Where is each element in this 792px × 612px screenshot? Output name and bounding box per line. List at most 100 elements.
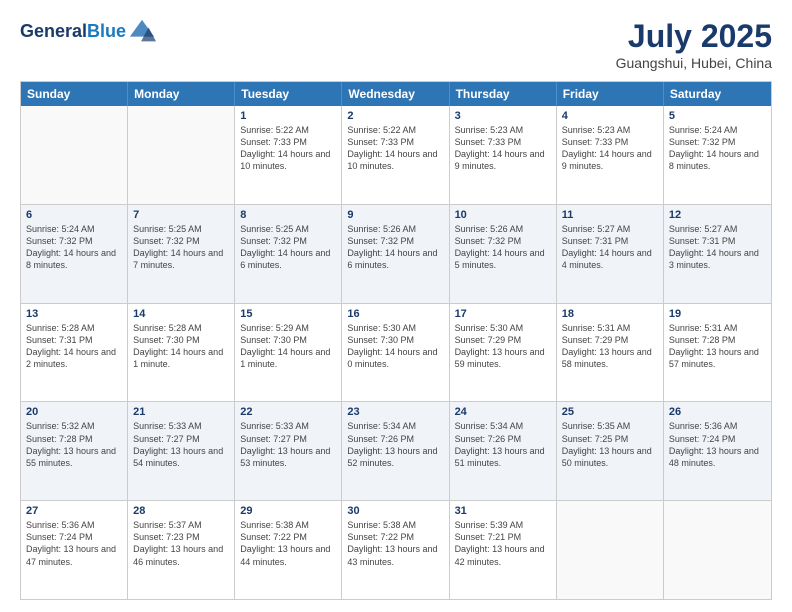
day-number: 18 (562, 308, 658, 320)
calendar-cell: 25 Sunrise: 5:35 AM Sunset: 7:25 PM Dayli… (557, 402, 664, 500)
day-number: 11 (562, 209, 658, 221)
cell-details: Sunrise: 5:33 AM Sunset: 7:27 PM Dayligh… (133, 420, 229, 469)
calendar-cell: 21 Sunrise: 5:33 AM Sunset: 7:27 PM Dayli… (128, 402, 235, 500)
cell-details: Sunrise: 5:36 AM Sunset: 7:24 PM Dayligh… (669, 420, 766, 469)
calendar-cell: 16 Sunrise: 5:30 AM Sunset: 7:30 PM Dayli… (342, 304, 449, 402)
day-number: 22 (240, 406, 336, 418)
day-number: 25 (562, 406, 658, 418)
day-number: 10 (455, 209, 551, 221)
calendar-cell: 19 Sunrise: 5:31 AM Sunset: 7:28 PM Dayli… (664, 304, 771, 402)
cell-details: Sunrise: 5:28 AM Sunset: 7:31 PM Dayligh… (26, 322, 122, 371)
calendar-cell: 28Sunrise: 5:37 AM Sunset: 7:23 PM Dayli… (128, 501, 235, 599)
cell-details: Sunrise: 5:22 AM Sunset: 7:33 PM Dayligh… (240, 124, 336, 173)
calendar-cell: 31 Sunrise: 5:39 AM Sunset: 7:21 PM Dayli… (450, 501, 557, 599)
calendar-cell: 6 Sunrise: 5:24 AM Sunset: 7:32 PM Daylig… (21, 205, 128, 303)
calendar-page: GeneralBlue July 2025 Guangshui, Hubei, … (0, 0, 792, 612)
calendar-cell: 29 Sunrise: 5:38 AM Sunset: 7:22 PM Dayli… (235, 501, 342, 599)
day-number: 19 (669, 308, 766, 320)
weekday-header: Thursday (450, 82, 557, 106)
day-number: 2 (347, 110, 443, 122)
cell-details: Sunrise: 5:32 AM Sunset: 7:28 PM Dayligh… (26, 420, 122, 469)
logo-text: GeneralBlue (20, 22, 126, 42)
location: Guangshui, Hubei, China (616, 55, 772, 71)
calendar-cell: 3 Sunrise: 5:23 AM Sunset: 7:33 PM Daylig… (450, 106, 557, 204)
calendar-row: 20Sunrise: 5:32 AM Sunset: 7:28 PM Dayli… (21, 401, 771, 500)
calendar-row: 6 Sunrise: 5:24 AM Sunset: 7:32 PM Daylig… (21, 204, 771, 303)
calendar-cell: 1 Sunrise: 5:22 AM Sunset: 7:33 PM Daylig… (235, 106, 342, 204)
page-header: GeneralBlue July 2025 Guangshui, Hubei, … (20, 18, 772, 71)
day-number: 8 (240, 209, 336, 221)
cell-details: Sunrise: 5:34 AM Sunset: 7:26 PM Dayligh… (347, 420, 443, 469)
cell-details: Sunrise: 5:30 AM Sunset: 7:29 PM Dayligh… (455, 322, 551, 371)
calendar-cell: 2 Sunrise: 5:22 AM Sunset: 7:33 PM Daylig… (342, 106, 449, 204)
cell-details: Sunrise: 5:30 AM Sunset: 7:30 PM Dayligh… (347, 322, 443, 371)
calendar-cell: 9Sunrise: 5:26 AM Sunset: 7:32 PM Daylig… (342, 205, 449, 303)
calendar-cell: 4 Sunrise: 5:23 AM Sunset: 7:33 PM Daylig… (557, 106, 664, 204)
day-number: 16 (347, 308, 443, 320)
day-number: 14 (133, 308, 229, 320)
calendar-cell: 14 Sunrise: 5:28 AM Sunset: 7:30 PM Dayli… (128, 304, 235, 402)
cell-details: Sunrise: 5:23 AM Sunset: 7:33 PM Dayligh… (562, 124, 658, 173)
day-number: 27 (26, 505, 122, 517)
calendar-row: 1 Sunrise: 5:22 AM Sunset: 7:33 PM Daylig… (21, 106, 771, 204)
day-number: 17 (455, 308, 551, 320)
cell-details: Sunrise: 5:25 AM Sunset: 7:32 PM Dayligh… (133, 223, 229, 272)
cell-details: Sunrise: 5:33 AM Sunset: 7:27 PM Dayligh… (240, 420, 336, 469)
cell-details: Sunrise: 5:37 AM Sunset: 7:23 PM Dayligh… (133, 519, 229, 568)
day-number: 26 (669, 406, 766, 418)
cell-details: Sunrise: 5:34 AM Sunset: 7:26 PM Dayligh… (455, 420, 551, 469)
weekday-header: Sunday (21, 82, 128, 106)
calendar-cell: 10Sunrise: 5:26 AM Sunset: 7:32 PM Dayli… (450, 205, 557, 303)
calendar-cell (557, 501, 664, 599)
calendar-cell: 30 Sunrise: 5:38 AM Sunset: 7:22 PM Dayli… (342, 501, 449, 599)
calendar-cell: 22 Sunrise: 5:33 AM Sunset: 7:27 PM Dayli… (235, 402, 342, 500)
calendar-row: 13Sunrise: 5:28 AM Sunset: 7:31 PM Dayli… (21, 303, 771, 402)
cell-details: Sunrise: 5:27 AM Sunset: 7:31 PM Dayligh… (562, 223, 658, 272)
logo-icon (128, 18, 156, 46)
calendar-cell: 17 Sunrise: 5:30 AM Sunset: 7:29 PM Dayli… (450, 304, 557, 402)
cell-details: Sunrise: 5:24 AM Sunset: 7:32 PM Dayligh… (669, 124, 766, 173)
weekday-header: Friday (557, 82, 664, 106)
cell-details: Sunrise: 5:31 AM Sunset: 7:28 PM Dayligh… (669, 322, 766, 371)
calendar-cell: 20Sunrise: 5:32 AM Sunset: 7:28 PM Dayli… (21, 402, 128, 500)
calendar-body: 1 Sunrise: 5:22 AM Sunset: 7:33 PM Daylig… (21, 106, 771, 599)
calendar-cell (21, 106, 128, 204)
cell-details: Sunrise: 5:31 AM Sunset: 7:29 PM Dayligh… (562, 322, 658, 371)
calendar-cell: 24 Sunrise: 5:34 AM Sunset: 7:26 PM Dayli… (450, 402, 557, 500)
day-number: 3 (455, 110, 551, 122)
day-number: 30 (347, 505, 443, 517)
calendar-cell: 15Sunrise: 5:29 AM Sunset: 7:30 PM Dayli… (235, 304, 342, 402)
calendar-header: SundayMondayTuesdayWednesdayThursdayFrid… (21, 82, 771, 106)
calendar-cell: 5 Sunrise: 5:24 AM Sunset: 7:32 PM Daylig… (664, 106, 771, 204)
cell-details: Sunrise: 5:23 AM Sunset: 7:33 PM Dayligh… (455, 124, 551, 173)
calendar: SundayMondayTuesdayWednesdayThursdayFrid… (20, 81, 772, 600)
cell-details: Sunrise: 5:28 AM Sunset: 7:30 PM Dayligh… (133, 322, 229, 371)
day-number: 23 (347, 406, 443, 418)
day-number: 24 (455, 406, 551, 418)
calendar-cell: 13Sunrise: 5:28 AM Sunset: 7:31 PM Dayli… (21, 304, 128, 402)
cell-details: Sunrise: 5:22 AM Sunset: 7:33 PM Dayligh… (347, 124, 443, 173)
month-title: July 2025 (616, 18, 772, 55)
day-number: 4 (562, 110, 658, 122)
cell-details: Sunrise: 5:35 AM Sunset: 7:25 PM Dayligh… (562, 420, 658, 469)
cell-details: Sunrise: 5:38 AM Sunset: 7:22 PM Dayligh… (347, 519, 443, 568)
day-number: 1 (240, 110, 336, 122)
calendar-row: 27Sunrise: 5:36 AM Sunset: 7:24 PM Dayli… (21, 500, 771, 599)
calendar-cell: 23 Sunrise: 5:34 AM Sunset: 7:26 PM Dayli… (342, 402, 449, 500)
day-number: 21 (133, 406, 229, 418)
day-number: 31 (455, 505, 551, 517)
calendar-cell: 27Sunrise: 5:36 AM Sunset: 7:24 PM Dayli… (21, 501, 128, 599)
weekday-header: Wednesday (342, 82, 449, 106)
cell-details: Sunrise: 5:39 AM Sunset: 7:21 PM Dayligh… (455, 519, 551, 568)
day-number: 9 (347, 209, 443, 221)
day-number: 29 (240, 505, 336, 517)
cell-details: Sunrise: 5:24 AM Sunset: 7:32 PM Dayligh… (26, 223, 122, 272)
day-number: 7 (133, 209, 229, 221)
calendar-cell (128, 106, 235, 204)
calendar-cell: 8Sunrise: 5:25 AM Sunset: 7:32 PM Daylig… (235, 205, 342, 303)
day-number: 6 (26, 209, 122, 221)
cell-details: Sunrise: 5:38 AM Sunset: 7:22 PM Dayligh… (240, 519, 336, 568)
day-number: 5 (669, 110, 766, 122)
day-number: 15 (240, 308, 336, 320)
title-block: July 2025 Guangshui, Hubei, China (616, 18, 772, 71)
